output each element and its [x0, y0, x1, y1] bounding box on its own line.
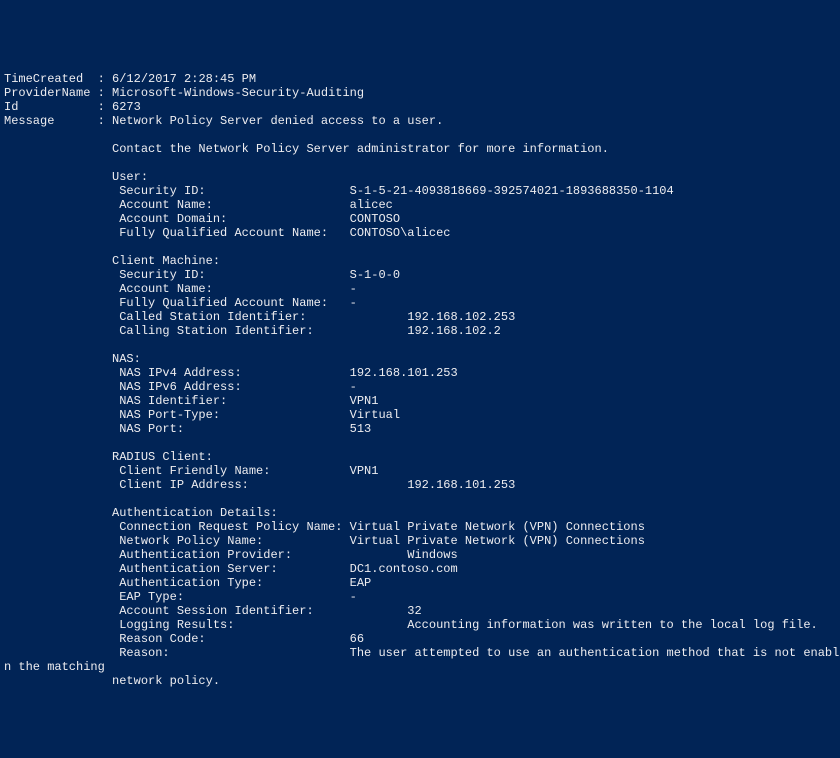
radius-header: RADIUS Client:	[4, 450, 213, 464]
client-called: Called Station Identifier: 192.168.102.2…	[4, 310, 515, 324]
nas-port: NAS Port: 513	[4, 422, 371, 436]
time-created-label: TimeCreated :	[4, 72, 112, 86]
auth-npn: Network Policy Name: Virtual Private Net…	[4, 534, 645, 548]
message-line: Message : Network Policy Server denied a…	[4, 114, 443, 128]
client-fqan: Fully Qualified Account Name: -	[4, 296, 357, 310]
id-value: 6273	[112, 100, 141, 114]
contact-text: Contact the Network Policy Server admini…	[4, 142, 609, 156]
auth-header: Authentication Details:	[4, 506, 278, 520]
auth-session: Account Session Identifier: 32	[4, 604, 422, 618]
blank	[4, 128, 11, 142]
time-created-value: 6/12/2017 2:28:45 PM	[112, 72, 256, 86]
provider-value: Microsoft-Windows-Security-Auditing	[112, 86, 364, 100]
blank	[4, 338, 11, 352]
message-label: Message :	[4, 114, 112, 128]
contact-line: Contact the Network Policy Server admini…	[4, 142, 609, 156]
blank	[4, 156, 11, 170]
auth-reason-wrap1: n the matching	[4, 660, 105, 674]
id-label: Id :	[4, 100, 112, 114]
user-fqan: Fully Qualified Account Name: CONTOSO\al…	[4, 226, 450, 240]
auth-type: Authentication Type: EAP	[4, 576, 371, 590]
auth-reason: Reason: The user attempted to use an aut…	[4, 646, 840, 660]
nas-header: NAS:	[4, 352, 141, 366]
message-value: Network Policy Server denied access to a…	[112, 114, 443, 128]
blank	[4, 492, 11, 506]
blank	[4, 240, 11, 254]
client-security-id: Security ID: S-1-0-0	[4, 268, 400, 282]
id-line: Id : 6273	[4, 100, 141, 114]
nas-port-type: NAS Port-Type: Virtual	[4, 408, 400, 422]
auth-reason-wrap2: network policy.	[4, 674, 220, 688]
auth-server: Authentication Server: DC1.contoso.com	[4, 562, 458, 576]
user-account-domain: Account Domain: CONTOSO	[4, 212, 400, 226]
user-header: User:	[4, 170, 148, 184]
provider-line: ProviderName : Microsoft-Windows-Securit…	[4, 86, 364, 100]
user-security-id: Security ID: S-1-5-21-4093818669-3925740…	[4, 184, 674, 198]
auth-provider: Authentication Provider: Windows	[4, 548, 458, 562]
blank	[4, 436, 11, 450]
auth-reason-code: Reason Code: 66	[4, 632, 364, 646]
client-calling: Calling Station Identifier: 192.168.102.…	[4, 324, 501, 338]
client-header: Client Machine:	[4, 254, 220, 268]
radius-friendly: Client Friendly Name: VPN1	[4, 464, 378, 478]
time-created-line: TimeCreated : 6/12/2017 2:28:45 PM	[4, 72, 256, 86]
nas-id: NAS Identifier: VPN1	[4, 394, 378, 408]
auth-crp: Connection Request Policy Name: Virtual …	[4, 520, 645, 534]
client-account-name: Account Name: -	[4, 282, 357, 296]
radius-ip: Client IP Address: 192.168.101.253	[4, 478, 515, 492]
auth-eap: EAP Type: -	[4, 590, 357, 604]
console-output: TimeCreated : 6/12/2017 2:28:45 PM Provi…	[4, 58, 840, 688]
provider-label: ProviderName :	[4, 86, 112, 100]
user-account-name: Account Name: alicec	[4, 198, 393, 212]
auth-logging: Logging Results: Accounting information …	[4, 618, 818, 632]
nas-ipv4: NAS IPv4 Address: 192.168.101.253	[4, 366, 458, 380]
nas-ipv6: NAS IPv6 Address: -	[4, 380, 357, 394]
